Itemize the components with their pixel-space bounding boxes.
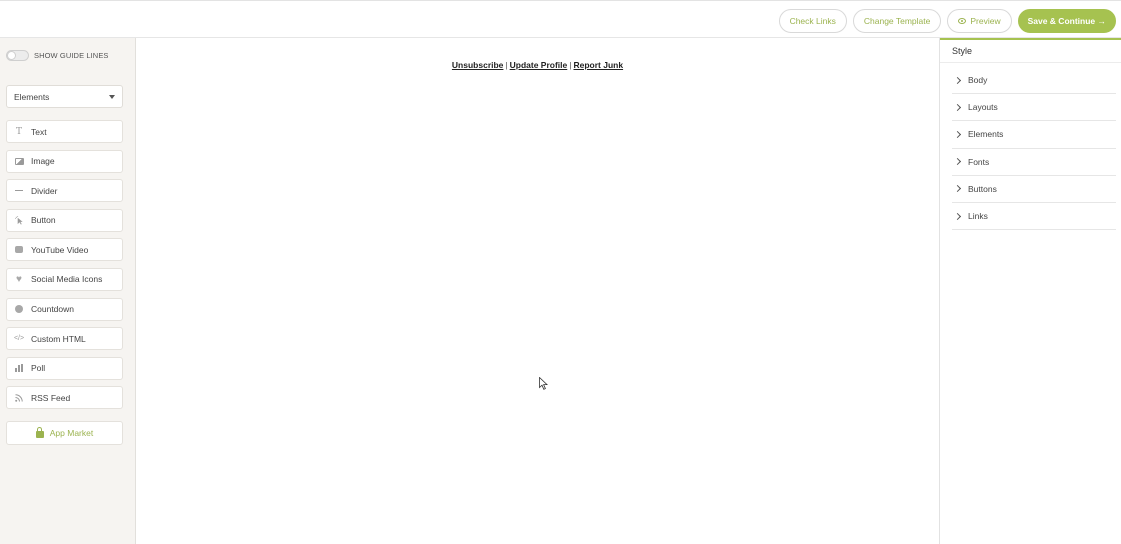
guide-lines-toggle-row: SHOW GUIDE LINES bbox=[6, 50, 109, 61]
elements-dropdown[interactable]: Elements bbox=[6, 85, 123, 108]
element-label: Image bbox=[31, 156, 55, 167]
youtube-icon bbox=[14, 245, 24, 255]
button-pointer-icon bbox=[14, 215, 24, 225]
style-section-buttons[interactable]: Buttons bbox=[952, 176, 1116, 203]
element-label: Divider bbox=[31, 185, 58, 196]
section-label: Links bbox=[968, 211, 988, 222]
element-label: Countdown bbox=[31, 304, 75, 315]
section-label: Elements bbox=[968, 129, 1004, 140]
style-section-links[interactable]: Links bbox=[952, 203, 1116, 231]
preview-label: Preview bbox=[970, 16, 1001, 26]
elements-list: T Text Image Divider Button YouTube Vide… bbox=[6, 120, 123, 416]
chevron-right-icon bbox=[953, 103, 962, 111]
link-separator: | bbox=[569, 60, 572, 70]
panel-divider bbox=[940, 62, 1121, 63]
dropdown-value: Elements bbox=[14, 91, 50, 102]
element-label: Social Media Icons bbox=[31, 274, 103, 285]
clock-icon bbox=[14, 304, 24, 314]
style-section-fonts[interactable]: Fonts bbox=[952, 149, 1116, 176]
element-label: RSS Feed bbox=[31, 392, 71, 403]
preview-button[interactable]: Preview bbox=[947, 9, 1012, 33]
unsubscribe-link[interactable]: Unsubscribe bbox=[452, 60, 504, 70]
element-poll[interactable]: Poll bbox=[6, 356, 123, 380]
eye-icon bbox=[958, 18, 967, 24]
toggle-knob bbox=[7, 51, 16, 60]
app-market-label: App Market bbox=[49, 428, 94, 438]
check-links-button[interactable]: Check Links bbox=[778, 9, 847, 33]
link-separator: | bbox=[505, 60, 508, 70]
style-section-elements[interactable]: Elements bbox=[952, 121, 1116, 149]
style-sections: Body Layouts Elements Fonts Buttons Link… bbox=[952, 67, 1116, 231]
update-profile-link[interactable]: Update Profile bbox=[510, 60, 568, 70]
section-label: Buttons bbox=[968, 183, 997, 194]
element-social-media-icons[interactable]: ♥ Social Media Icons bbox=[6, 267, 123, 291]
change-template-button[interactable]: Change Template bbox=[852, 9, 942, 33]
code-icon: </> bbox=[13, 335, 25, 343]
element-label: Custom HTML bbox=[31, 333, 86, 344]
guide-lines-label: SHOW GUIDE LINES bbox=[34, 51, 109, 60]
style-panel-title: Style bbox=[952, 46, 973, 56]
element-label: Text bbox=[31, 126, 47, 137]
element-text[interactable]: T Text bbox=[6, 120, 123, 143]
element-button[interactable]: Button bbox=[6, 208, 123, 232]
chevron-right-icon bbox=[953, 185, 962, 193]
element-label: Button bbox=[31, 215, 56, 226]
style-panel: Style Body Layouts Elements Fonts Button… bbox=[939, 38, 1121, 544]
panel-accent-bar bbox=[940, 38, 1121, 40]
element-youtube-video[interactable]: YouTube Video bbox=[6, 238, 123, 262]
divider-icon bbox=[14, 186, 24, 196]
mouse-cursor-icon bbox=[539, 377, 548, 390]
text-icon: T bbox=[15, 126, 22, 137]
chevron-right-icon bbox=[953, 212, 962, 220]
top-toolbar: Check Links Change Template Preview Save… bbox=[0, 0, 1121, 38]
element-custom-html[interactable]: </> Custom HTML bbox=[6, 327, 123, 351]
element-image[interactable]: Image bbox=[6, 149, 123, 173]
rss-icon bbox=[14, 393, 24, 403]
email-canvas[interactable]: Unsubscribe | Update Profile | Report Junk bbox=[136, 38, 939, 544]
chevron-right-icon bbox=[953, 130, 962, 139]
element-countdown[interactable]: Countdown bbox=[6, 297, 123, 321]
element-rss-feed[interactable]: RSS Feed bbox=[6, 386, 123, 410]
element-divider[interactable]: Divider bbox=[6, 179, 123, 203]
style-section-layouts[interactable]: Layouts bbox=[952, 94, 1116, 122]
bar-chart-icon bbox=[14, 363, 24, 373]
chevron-right-icon bbox=[953, 76, 962, 84]
app-market-button[interactable]: App Market bbox=[6, 421, 123, 445]
style-section-body[interactable]: Body bbox=[952, 67, 1116, 95]
footer-links: Unsubscribe | Update Profile | Report Junk bbox=[136, 60, 939, 70]
elements-sidebar: SHOW GUIDE LINES Elements T Text Image D… bbox=[0, 38, 136, 544]
element-label: Poll bbox=[31, 363, 46, 374]
caret-down-icon bbox=[109, 94, 115, 99]
section-label: Fonts bbox=[968, 156, 990, 167]
report-junk-link[interactable]: Report Junk bbox=[573, 60, 623, 70]
section-label: Body bbox=[968, 75, 988, 86]
guide-lines-toggle[interactable] bbox=[6, 50, 29, 61]
section-label: Layouts bbox=[968, 102, 998, 113]
lock-icon bbox=[35, 427, 44, 438]
element-label: YouTube Video bbox=[31, 244, 89, 255]
image-icon bbox=[14, 156, 24, 166]
save-continue-button[interactable]: Save & Continue → bbox=[1017, 9, 1116, 33]
chevron-right-icon bbox=[953, 158, 962, 166]
heart-icon: ♥ bbox=[16, 273, 22, 285]
toolbar-actions: Check Links Change Template Preview Save… bbox=[778, 9, 1116, 33]
